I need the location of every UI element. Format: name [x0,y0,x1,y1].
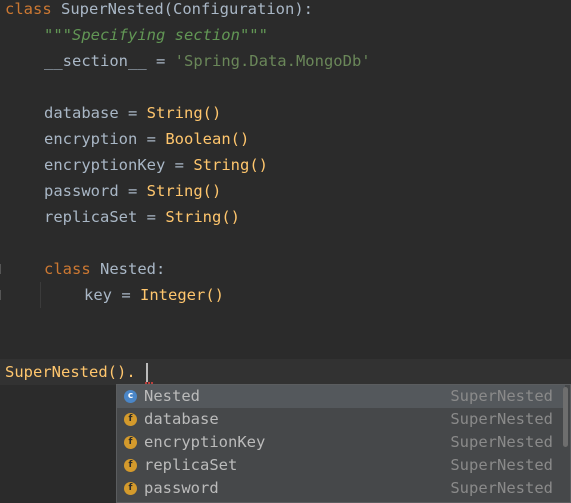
completion-popup[interactable]: c Nested SuperNested f database SuperNes… [116,384,571,503]
completion-item-password[interactable]: f password SuperNested [117,477,565,500]
call-parens: () [202,104,222,122]
open-paren: ( [163,0,174,18]
field-type: String [165,208,222,226]
completion-item-replicaset[interactable]: f replicaSet SuperNested [117,454,565,477]
field-icon: f [124,436,137,449]
field-name: replicaSet [44,208,138,226]
docstring: """Specifying section""" [44,26,268,44]
section-string: 'Spring.Data.MongoDb' [174,52,371,70]
completion-item-name: replicaSet [144,456,238,474]
code-line-docstring[interactable]: """Specifying section""" [44,22,268,48]
fold-marker[interactable] [0,290,5,300]
completion-item-type: SuperNested [450,410,553,428]
completion-item-name: Nested [144,387,200,405]
code-line-field[interactable]: encryptionKey = String() [44,152,268,178]
completion-item-type: SuperNested [450,479,553,497]
field-name: database [44,104,119,122]
field-type: String [193,156,250,174]
field-type: String [146,104,203,122]
typed-expression: SuperNested(). [5,363,136,381]
code-line-field[interactable]: replicaSet = String() [44,204,240,230]
completion-item-type: SuperNested [450,456,553,474]
popup-scrollbar[interactable] [563,387,568,447]
field-icon: f [124,482,137,495]
field-name: password [44,182,119,200]
field-name: key [84,286,112,304]
code-line-field[interactable]: database = String() [44,100,221,126]
assign-operator: = [118,182,147,200]
call-parens: () [230,130,250,148]
code-line-field[interactable]: password = String() [44,178,221,204]
code-line-typed-expression[interactable]: SuperNested(). [5,359,136,385]
completion-item-database[interactable]: f database SuperNested [117,408,565,431]
nested-class-name: Nested [100,260,157,278]
field-name: encryptionKey [44,156,166,174]
completion-item-name: database [144,410,219,428]
field-icon: f [124,413,137,426]
code-line-class-def[interactable]: class SuperNested(Configuration): [5,0,313,22]
code-line-field[interactable]: encryption = Boolean() [44,126,249,152]
call-parens: () [249,156,268,174]
call-parens: () [221,208,240,226]
completion-item-name: encryptionKey [144,433,266,451]
field-type: Boolean [165,130,231,148]
call-parens: () [202,182,222,200]
class-keyword: class [44,260,91,278]
call-parens: () [205,286,224,304]
completion-item-nested[interactable]: c Nested SuperNested [117,385,565,408]
field-name: encryption [44,130,138,148]
section-identifier: __section__ [44,52,147,70]
assign-operator: = [118,104,147,122]
assign-operator: = [146,52,175,70]
code-line-nested-class[interactable]: class Nested: [44,256,165,282]
code-line-nested-field[interactable]: key = Integer() [84,282,224,308]
close-paren-colon: ): [294,0,314,18]
completion-item-type: SuperNested [450,387,553,405]
field-type: String [146,182,203,200]
colon: : [156,260,166,278]
base-class-name: Configuration [173,0,295,18]
field-type: Integer [140,286,206,304]
code-line-section[interactable]: __section__ = 'Spring.Data.MongoDb' [44,48,371,74]
indent-guide [40,282,41,308]
completion-item-name: password [144,479,219,497]
completion-item-type: SuperNested [450,433,553,451]
field-icon: f [124,459,137,472]
fold-marker[interactable] [0,264,5,274]
completion-item-encryptionkey[interactable]: f encryptionKey SuperNested [117,431,565,454]
assign-operator: = [165,156,194,174]
assign-operator: = [137,208,166,226]
class-name: SuperNested [61,0,164,18]
assign-operator: = [112,286,140,304]
class-icon: c [124,390,137,403]
class-keyword: class [5,0,52,18]
assign-operator: = [137,130,166,148]
